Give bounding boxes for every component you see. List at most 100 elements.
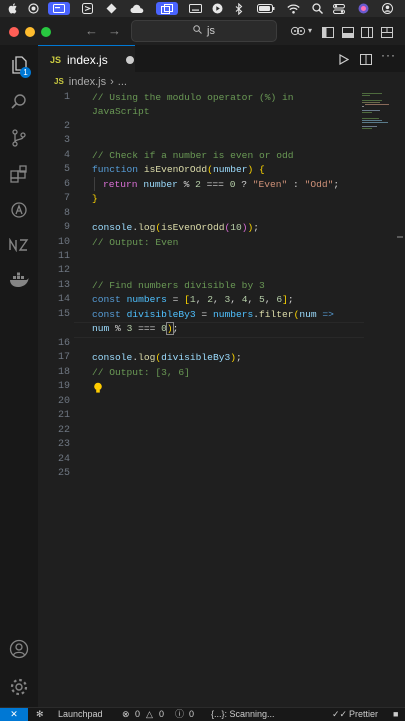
line-number: 22 [57,425,70,436]
record-icon[interactable] [26,2,40,15]
warning-count[interactable]: 0 [159,708,164,721]
line-number: 5 [63,164,70,175]
wifi-icon[interactable] [286,2,300,15]
window-overlay-icon[interactable] [156,2,178,15]
line-number: 12 [57,265,70,276]
error-count[interactable]: 0 [135,708,140,721]
explorer-badge: 1 [20,67,31,78]
info-icon[interactable]: ⓘ [175,708,184,721]
line-number: 16 [57,338,70,349]
copilot-icon[interactable] [290,24,306,42]
keyboard-icon[interactable] [188,2,202,15]
line-number: 1 [63,92,70,103]
activity-bar: 1 [0,45,39,707]
docker-icon[interactable] [7,268,31,292]
code-line-1-wrap: JavaScript [92,106,150,117]
split-editor-icon[interactable] [360,52,372,70]
line-number: 23 [57,439,70,450]
lightbulb-icon[interactable] [93,381,103,399]
tab-filename: index.js [67,53,108,67]
command-center-search[interactable]: js [131,20,277,42]
remote-indicator-icon[interactable]: ✕ [0,708,28,721]
breadcrumb-file[interactable]: index.js [69,76,106,88]
search-icon [193,25,202,37]
prettier-label[interactable]: Prettier [349,708,378,721]
control-center-icon[interactable] [332,2,346,15]
close-window-button[interactable] [9,27,19,37]
error-icon[interactable]: ⊗ [122,708,130,721]
toggle-panel-icon[interactable] [342,25,354,43]
line-number: 20 [57,396,70,407]
accounts-icon[interactable] [7,637,31,661]
code-line-17: console.log(divisibleBy3); [92,352,242,363]
code-line-10: // Output: Even [92,237,179,248]
line-number: 11 [57,251,70,262]
launchpad-label[interactable]: Launchpad [58,708,103,721]
line-number: 6 [63,179,70,190]
manage-gear-icon[interactable] [7,675,31,699]
line-number: 4 [63,150,70,161]
battery-icon [256,2,276,15]
line-number: 24 [57,454,70,465]
line-number: 18 [57,367,70,378]
more-actions-icon[interactable]: ··· [381,48,396,62]
minimap[interactable] [360,91,396,151]
line-number: 2 [63,121,70,132]
cloud-icon[interactable] [128,2,146,15]
back-arrow-icon[interactable]: ← [85,23,98,38]
line-number: 17 [57,352,70,363]
search-view-icon[interactable] [7,90,31,114]
code-line-15-wrap: num % 3 === 0); [92,322,179,335]
toggle-secondary-sidebar-icon[interactable] [361,25,373,43]
scrollbar-marker [397,236,403,238]
breadcrumb-more[interactable]: ... [118,76,127,88]
line-number: 7 [63,193,70,204]
nx-console-icon[interactable] [7,233,31,257]
code-line-18: // Output: [3, 6] [92,367,190,378]
user-account-icon[interactable] [380,2,394,15]
run-code-icon[interactable] [339,52,350,70]
vscode-menubar-icon[interactable] [80,2,94,15]
line-number: 21 [57,410,70,421]
customize-layout-icon[interactable] [381,25,393,43]
info-count[interactable]: 0 [189,708,194,721]
warning-icon[interactable]: △ [146,708,153,721]
line-number: 14 [57,294,70,305]
forward-arrow-icon[interactable]: → [108,23,121,38]
explorer-icon[interactable]: 1 [7,53,31,78]
line-number: 9 [63,222,70,233]
tab-index-js[interactable]: JS index.js [38,45,135,74]
code-line-4: // Check if a number is even or odd [92,150,294,161]
notifications-bell-icon[interactable]: ■ [393,708,398,721]
indent-guide [94,177,95,191]
launchpad-icon[interactable]: ✻ [36,708,44,721]
status-bar: ✕ ✻ Launchpad ⊗ 0 △ 0 ⓘ 0 {...}: Scannin… [0,707,405,721]
source-control-icon[interactable] [7,126,31,150]
copilot-dropdown-icon[interactable]: ▾ [308,26,312,35]
apple-logo-icon[interactable] [6,2,20,15]
code-line-6: return number % 2 === 0 ? "Even" : "Odd"… [103,179,340,190]
unsaved-dot-icon[interactable] [125,56,134,64]
code-line-5: function isEvenOrOdd(number) { [92,164,265,175]
minimize-window-button[interactable] [25,27,35,37]
breadcrumb: JS index.js › ... [38,72,405,91]
language-status[interactable]: {...}: Scanning... [211,708,275,721]
code-line-9: console.log(isEvenOrOdd(10)); [92,222,260,233]
prettier-check-icon[interactable]: ✓✓ [332,708,347,721]
spotlight-search-icon[interactable] [310,2,324,15]
toggle-primary-sidebar-icon[interactable] [322,25,334,43]
extensions-icon[interactable] [7,198,31,222]
maximize-window-button[interactable] [41,27,51,37]
bluetooth-icon[interactable] [232,2,246,15]
run-and-debug-icon[interactable] [7,162,31,186]
line-number: 8 [63,208,70,219]
code-line-7: } [92,193,98,204]
breadcrumb-chevron-icon: › [110,75,114,88]
extension-icon[interactable] [104,2,118,15]
screen-capture-icon[interactable] [48,2,70,15]
play-circle-icon[interactable] [210,2,224,15]
line-number: 13 [57,280,70,291]
code-line-14: const numbers = [1, 2, 3, 4, 5, 6]; [92,294,294,305]
code-line-1: // Using the modulo operator (%) in [92,92,294,103]
siri-icon[interactable] [356,2,370,15]
